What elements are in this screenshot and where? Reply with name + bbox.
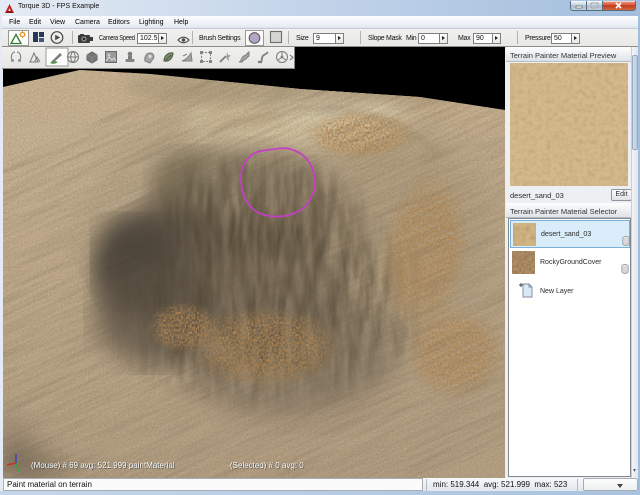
svg-text:(Mouse) # 69 avg: 521.999 pai: (Mouse) # 69 avg: 521.999 paintMaterial <box>31 461 175 470</box>
svg-text:(Selected) # 0 avg: 0: (Selected) # 0 avg: 0 <box>230 461 304 470</box>
